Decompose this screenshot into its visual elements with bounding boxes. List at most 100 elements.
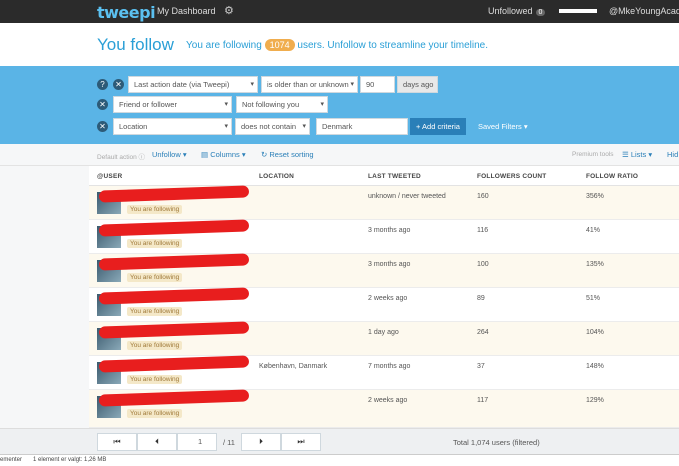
filter-field-select[interactable]: Last action date (via Tweepi) ▾: [128, 76, 258, 93]
last-tweeted-cell: 7 months ago: [368, 363, 411, 370]
following-badge: You are following: [127, 273, 183, 282]
table-row[interactable]: You are following 3 months ago 116 41%: [89, 219, 679, 254]
ratio-cell: 51%: [586, 295, 601, 302]
page-title: You follow: [97, 35, 174, 54]
lists-icon: ☰: [622, 150, 629, 159]
followers-cell: 116: [477, 227, 489, 234]
following-badge: You are following: [127, 205, 183, 214]
col-followers-count[interactable]: FOLLOWERS COUNT: [477, 173, 546, 180]
default-action-label: Default action ⓘ: [97, 154, 146, 161]
tweepi-logo[interactable]: tweepi: [97, 3, 156, 22]
last-tweeted-cell: 3 months ago: [368, 261, 411, 268]
filter-operator-select[interactable]: does not contain ▾: [235, 118, 310, 135]
redaction-scribble: [98, 321, 250, 339]
redaction-scribble: [98, 287, 250, 305]
col-last-tweeted[interactable]: LAST TWEETED: [368, 173, 421, 180]
last-tweeted-cell: 2 weeks ago: [368, 397, 408, 404]
followers-cell: 160: [477, 193, 489, 200]
first-page-button[interactable]: ⏮: [97, 433, 137, 451]
columns-dropdown[interactable]: ▤ Columns ▾: [201, 150, 246, 159]
ratio-cell: 148%: [586, 363, 604, 370]
following-badge: You are following: [127, 239, 183, 248]
hide-button[interactable]: Hid: [667, 150, 678, 159]
ratio-cell: 135%: [586, 261, 604, 268]
followers-cell: 100: [477, 261, 489, 268]
followers-cell: 37: [477, 363, 485, 370]
page-count-label: / 11: [223, 438, 235, 447]
col-user[interactable]: @USER: [97, 173, 122, 180]
status-left-text: ementer: [0, 457, 23, 463]
saved-filters-dropdown[interactable]: Saved Filters ▾: [478, 122, 528, 131]
ratio-cell: 356%: [586, 193, 604, 200]
followers-cell: 264: [477, 329, 489, 336]
table-row[interactable]: You are following 2 weeks ago 117 129%: [89, 389, 679, 428]
table-row[interactable]: You are following unknown / never tweete…: [89, 185, 679, 220]
subtitle-suffix: users. Unfollow to streamline your timel…: [297, 40, 489, 51]
filter-row-3: ✕ Location ▾ does not contain ▾ Denmark + …: [97, 118, 679, 135]
table-row[interactable]: You are following 2 weeks ago 89 51%: [89, 287, 679, 322]
redaction-scribble: [98, 185, 250, 203]
status-bar: ementer 1 element er valgt: 1,26 MB: [0, 454, 679, 466]
ratio-cell: 104%: [586, 329, 604, 336]
help-icon[interactable]: ?: [97, 79, 108, 90]
filter-operator-select[interactable]: Not following you ▾: [236, 96, 328, 113]
ratio-cell: 41%: [586, 227, 601, 234]
gear-icon[interactable]: ⚙: [224, 4, 234, 17]
add-criteria-button[interactable]: + Add criteria: [410, 118, 466, 135]
followers-cell: 117: [477, 397, 489, 404]
last-page-button[interactable]: ⏭: [281, 433, 321, 451]
columns-icon: ▤: [201, 150, 209, 159]
location-cell: København, Danmark: [259, 363, 328, 370]
table-row[interactable]: You are following København, Danmark 7 m…: [89, 355, 679, 390]
following-badge: You are following: [127, 375, 183, 384]
filter-field-select[interactable]: Location ▾: [113, 118, 232, 135]
redaction-scribble: [98, 253, 250, 271]
col-location[interactable]: LOCATION: [259, 173, 294, 180]
following-badge: You are following: [127, 307, 183, 316]
left-gutter: [0, 166, 89, 428]
total-users-label: Total 1,074 users (filtered): [453, 438, 540, 447]
status-selection-text: 1 element er valgt: 1,26 MB: [33, 457, 107, 463]
filter-row-2: ✕ Friend or follower ▾ Not following you ▾: [97, 96, 679, 113]
filter-field-select[interactable]: Friend or follower ▾: [113, 96, 232, 113]
table-header: @USER LOCATION LAST TWEETED FOLLOWERS CO…: [89, 166, 679, 186]
table-row[interactable]: You are following 1 day ago 264 104%: [89, 321, 679, 356]
last-tweeted-cell: 2 weeks ago: [368, 295, 408, 302]
remove-filter-icon[interactable]: ✕: [97, 121, 108, 132]
page-number-input[interactable]: 1: [177, 433, 217, 451]
days-ago-addon: days ago: [397, 76, 438, 93]
premium-tools-label: Premium tools: [572, 151, 614, 158]
location-value-input[interactable]: Denmark: [316, 118, 408, 135]
filter-operator-select[interactable]: is older than or unknown ▾: [261, 76, 358, 93]
unfollowed-label: Unfollowed: [488, 6, 533, 16]
reset-sorting-button[interactable]: ↻ Reset sorting: [261, 150, 314, 159]
page-header: You follow You are following 1074 users.…: [0, 23, 679, 66]
last-tweeted-cell: 1 day ago: [368, 329, 399, 336]
following-badge: You are following: [127, 409, 183, 418]
unfollowed-link[interactable]: Unfollowed 0: [488, 6, 546, 16]
subtitle-prefix: You are following: [186, 40, 262, 51]
page-subtitle: You are following 1074 users. Unfollow t…: [186, 39, 488, 51]
remove-filter-icon[interactable]: ✕: [113, 79, 124, 90]
days-input[interactable]: 90: [360, 76, 395, 93]
unfollowed-count-badge: 0: [535, 9, 546, 16]
filter-row-1: ? ✕ Last action date (via Tweepi) ▾ is ol…: [97, 76, 679, 93]
next-page-button[interactable]: ⏵: [241, 433, 281, 451]
redacted-bar: [559, 9, 597, 13]
top-nav: tweepi My Dashboard ⚙ Unfollowed 0 @MkeYo…: [0, 0, 679, 23]
unfollow-dropdown[interactable]: Unfollow ▾: [152, 150, 187, 159]
username-link[interactable]: @MkeYoungAcader: [609, 6, 679, 16]
col-follow-ratio[interactable]: FOLLOW RATIO: [586, 173, 638, 180]
lists-dropdown[interactable]: ☰ Lists ▾: [622, 150, 652, 159]
table-row[interactable]: You are following 3 months ago 100 135%: [89, 253, 679, 288]
redaction-scribble: [98, 389, 250, 407]
table-toolbar: Default action ⓘ Unfollow ▾ ▤ Columns ▾ …: [0, 144, 679, 166]
remove-filter-icon[interactable]: ✕: [97, 99, 108, 110]
prev-page-button[interactable]: ⏴: [137, 433, 177, 451]
reset-icon: ↻: [261, 150, 268, 159]
following-badge: You are following: [127, 341, 183, 350]
my-dashboard-link[interactable]: My Dashboard: [157, 6, 216, 16]
following-count-badge: 1074: [264, 39, 295, 51]
redaction-scribble: [98, 355, 250, 373]
ratio-cell: 129%: [586, 397, 604, 404]
